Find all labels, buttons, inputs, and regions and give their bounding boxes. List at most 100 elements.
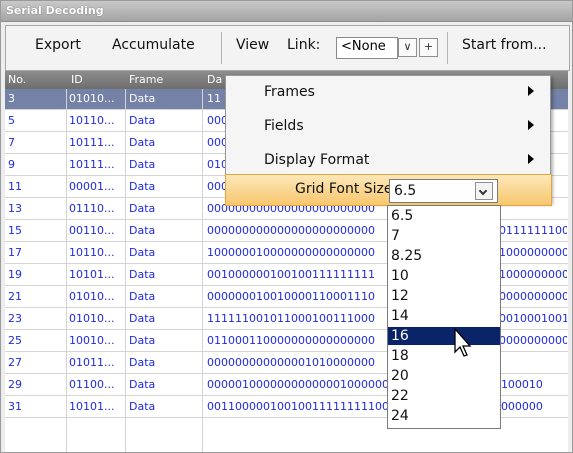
link-label: Link:	[287, 37, 321, 53]
font-size-option[interactable]: 6.5	[388, 207, 500, 225]
cell-frame: Data	[129, 268, 156, 281]
font-size-option[interactable]: 16	[388, 327, 500, 345]
option-label: 20	[391, 368, 409, 384]
cell-no: 11	[8, 180, 22, 193]
cell-frame: Data	[129, 356, 156, 369]
column-divider	[125, 89, 126, 452]
view-menu: Frames Fields Display Format Grid Font S…	[225, 75, 552, 206]
cell-no: 15	[8, 224, 22, 237]
cell-id: 01010...	[69, 290, 115, 303]
cell-frame: Data	[129, 378, 156, 391]
option-label: 7	[391, 228, 400, 244]
cell-id: 10010...	[69, 334, 115, 347]
submenu-arrow-icon	[528, 154, 534, 164]
cell-frame: Data	[129, 180, 156, 193]
column-divider	[202, 89, 203, 452]
cell-no: 25	[8, 334, 22, 347]
cell-id: 01010...	[69, 312, 115, 325]
export-button[interactable]: Export	[35, 37, 81, 53]
cell-no: 29	[8, 378, 22, 391]
cell-frame: Data	[129, 92, 156, 105]
add-link-button[interactable]: +	[419, 38, 438, 57]
cell-no: 13	[8, 202, 22, 215]
cell-frame: Data	[129, 136, 156, 149]
link-select[interactable]: <None	[336, 37, 398, 59]
option-label: 14	[391, 308, 409, 324]
title-bar: Serial Decoding	[1, 1, 572, 22]
option-label: 24	[391, 408, 409, 424]
menu-item-grid-font-size[interactable]: Grid Font Size 6.5	[225, 174, 552, 206]
link-dropdown-button[interactable]: ∨	[398, 38, 417, 57]
menu-item-frames[interactable]: Frames	[226, 76, 550, 109]
menu-item-label: Fields	[264, 118, 304, 134]
toolbar: Export Accumulate View Link: <None ∨ + S…	[5, 25, 570, 71]
menu-item-display-format[interactable]: Display Format	[226, 144, 550, 177]
cell-no: 31	[8, 400, 22, 413]
cell-id: 01011...	[69, 356, 115, 369]
font-size-option[interactable]: 14	[388, 307, 500, 325]
cell-no: 17	[8, 246, 22, 259]
view-button[interactable]: View	[236, 37, 269, 53]
font-size-option[interactable]: 22	[388, 387, 500, 405]
toolbar-separator	[221, 32, 222, 64]
cell-data-tail: 0010001001	[499, 312, 567, 325]
cell-id: 10110...	[69, 114, 115, 127]
column-header-no[interactable]: No.	[8, 73, 26, 86]
font-size-option[interactable]: 18	[388, 347, 500, 365]
cell-id: 00110...	[69, 224, 115, 237]
submenu-arrow-icon	[528, 86, 534, 96]
font-size-option[interactable]: 8.25	[388, 247, 500, 265]
start-from-button[interactable]: Start from...	[462, 37, 547, 53]
font-size-option[interactable]: 12	[388, 287, 500, 305]
option-label: 16	[391, 328, 409, 344]
grid-font-size-combo[interactable]: 6.5	[389, 179, 498, 203]
cell-no: 27	[8, 356, 22, 369]
menu-item-label: Grid Font Size	[295, 181, 393, 197]
cell-frame: Data	[129, 246, 156, 259]
menu-item-fields[interactable]: Fields	[226, 110, 550, 143]
submenu-arrow-icon	[528, 120, 534, 130]
cell-frame: Data	[129, 202, 156, 215]
cell-frame: Data	[129, 114, 156, 127]
cell-data-tail: 1000000000	[499, 246, 567, 259]
column-header-frame[interactable]: Frame	[129, 73, 163, 86]
font-size-option[interactable]: 24	[388, 407, 500, 425]
cell-no: 21	[8, 290, 22, 303]
cell-id: 00001...	[69, 180, 115, 193]
column-header-data[interactable]: Da	[207, 73, 222, 86]
window-title: Serial Decoding	[6, 4, 104, 17]
cell-frame: Data	[129, 224, 156, 237]
cell-id: 10101...	[69, 400, 115, 413]
cell-data-tail: 0000000000	[499, 334, 567, 347]
column-header-id[interactable]: ID	[71, 73, 83, 86]
cell-frame: Data	[129, 400, 156, 413]
font-size-option[interactable]: 10	[388, 267, 500, 285]
cell-id: 01110...	[69, 202, 115, 215]
menu-item-label: Frames	[264, 84, 315, 100]
font-size-option[interactable]: 7	[388, 227, 500, 245]
cell-no: 23	[8, 312, 22, 325]
serial-decoding-window: Serial Decoding Export Accumulate View L…	[0, 0, 573, 453]
cell-id: 10111...	[69, 136, 115, 149]
toolbar-separator	[447, 32, 448, 64]
option-label: 18	[391, 348, 409, 364]
accumulate-button[interactable]: Accumulate	[112, 37, 195, 53]
cell-data-tail: 1000000000	[499, 268, 567, 281]
grid-font-size-value: 6.5	[394, 183, 417, 199]
option-label: 6.5	[391, 208, 414, 224]
cell-no: 3	[8, 92, 15, 105]
cell-id: 10111...	[69, 158, 115, 171]
column-divider	[66, 89, 67, 452]
option-label: 12	[391, 288, 409, 304]
font-size-dropdown-list: 6.5 7 8.25 10 12 14 16 18 20 22 24	[387, 205, 501, 429]
cell-id: 10101...	[69, 268, 115, 281]
cell-id: 01010...	[69, 92, 115, 105]
cell-data-tail: 0111111100	[499, 224, 567, 237]
font-size-option[interactable]: 20	[388, 367, 500, 385]
cell-frame: Data	[129, 334, 156, 347]
cell-no: 9	[8, 158, 15, 171]
cell-id: 01100...	[69, 378, 115, 391]
cell-no: 5	[8, 114, 15, 127]
cell-frame: Data	[129, 158, 156, 171]
combo-dropdown-button[interactable]	[475, 182, 493, 200]
